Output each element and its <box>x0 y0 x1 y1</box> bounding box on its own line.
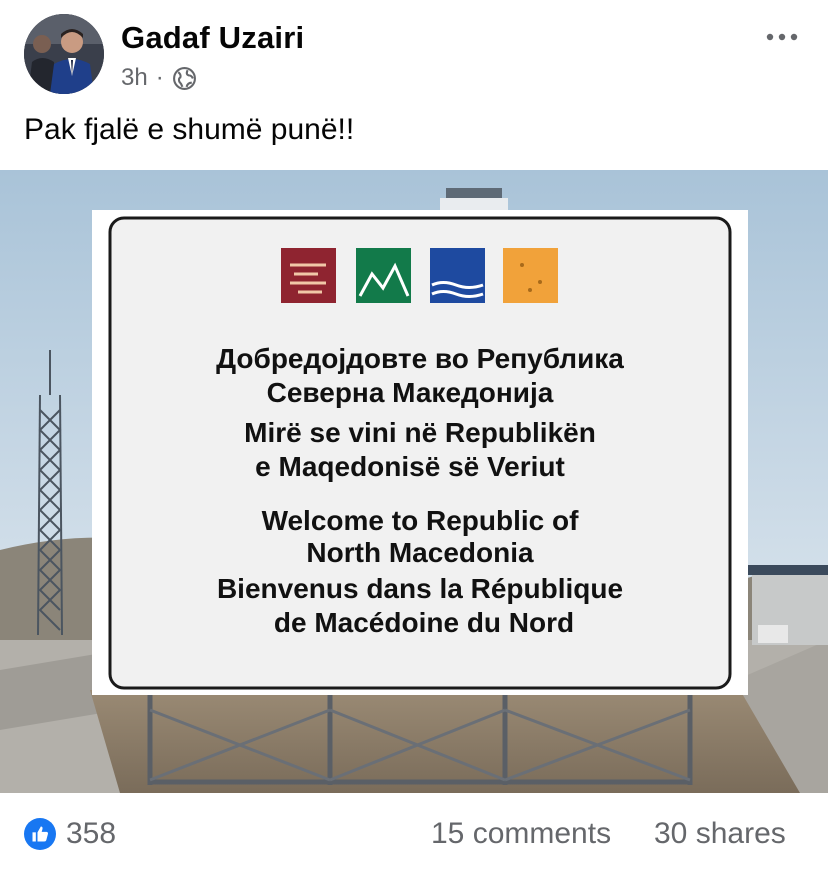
post-header: Gadaf Uzairi 3h · <box>0 0 828 110</box>
sign-line-fr-2: de Macédoine du Nord <box>274 607 574 638</box>
avatar-image <box>24 14 104 94</box>
border-sign-photo: Добредојдовте во Република Северна Макед… <box>0 170 828 793</box>
sign-line-en-2: North Macedonia <box>306 537 534 568</box>
sign-line-mk-1: Добредојдовте во Република <box>216 343 624 374</box>
like-icon[interactable] <box>24 818 56 850</box>
author-avatar[interactable] <box>24 14 104 94</box>
comments-count[interactable]: 15 comments <box>431 817 611 851</box>
post-photo[interactable]: Добредојдовте во Република Северна Макед… <box>0 170 828 793</box>
more-options-icon[interactable] <box>762 22 802 52</box>
globe-icon[interactable] <box>172 66 197 91</box>
sign-line-sq-2: e Maqedonisë së Veriut <box>255 451 565 482</box>
sign-line-sq-1: Mirë se vini në Republikën <box>244 417 596 448</box>
author-name[interactable]: Gadaf Uzairi <box>121 20 304 56</box>
post-meta: 3h · <box>121 63 197 93</box>
sign-line-mk-2: Северна Македонија <box>267 377 554 408</box>
post-caption: Pak fjalë e shumë punë!! <box>24 113 355 146</box>
sign-line-fr-1: Bienvenus dans la République <box>217 573 623 604</box>
thumbs-up-icon <box>32 826 48 842</box>
meta-separator: · <box>155 64 164 91</box>
reaction-count[interactable]: 358 <box>66 817 116 851</box>
shares-count[interactable]: 30 shares <box>654 817 786 851</box>
sign-line-en-1: Welcome to Republic of <box>262 505 580 536</box>
post-time[interactable]: 3h <box>121 64 148 92</box>
